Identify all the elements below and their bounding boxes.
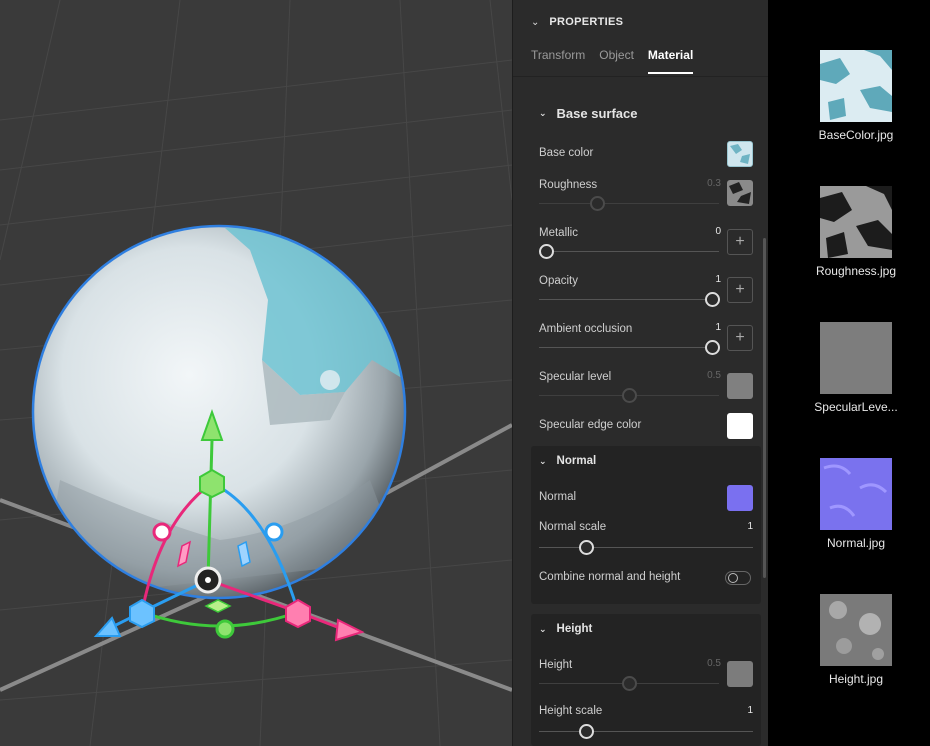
asset-name: SpecularLeve... <box>814 400 898 414</box>
base-color-texture-swatch[interactable] <box>727 141 753 167</box>
height-texture-icon <box>820 594 892 666</box>
y-scale-handle-icon <box>199 468 225 499</box>
specular-level-label: Specular level <box>539 371 612 383</box>
x-scale-handle-icon <box>285 598 311 629</box>
section-title: Normal <box>556 455 597 467</box>
chevron-down-icon[interactable]: ⌄ <box>531 17 539 28</box>
normal-texture-swatch[interactable] <box>727 485 753 511</box>
section-title: Height <box>556 623 593 635</box>
opacity-value: 1 <box>715 274 721 285</box>
section-normal[interactable]: ⌄ Normal <box>539 455 596 467</box>
chevron-down-icon[interactable]: ⌄ <box>539 108 547 119</box>
properties-panel: ⌄ PROPERTIES Transform Object Material ⌄… <box>512 0 769 746</box>
opacity-label: Opacity <box>539 275 578 287</box>
scene-canvas[interactable] <box>0 0 512 746</box>
x-rotate-handle-icon <box>152 522 172 542</box>
tab-bar: Transform Object Material <box>531 48 707 74</box>
metallic-slider[interactable] <box>539 251 719 252</box>
asset-name: Height.jpg <box>828 672 884 686</box>
height-scale-value: 1 <box>747 705 753 716</box>
metallic-add-texture-button[interactable]: + <box>727 229 753 255</box>
panel-scrollbar[interactable] <box>763 238 766 578</box>
tab-object[interactable]: Object <box>599 48 634 74</box>
roughness-slider[interactable] <box>539 203 719 204</box>
base-color-label: Base color <box>539 147 594 159</box>
specular-edge-color-swatch[interactable] <box>727 413 753 439</box>
properties-header[interactable]: ⌄ PROPERTIES <box>513 0 769 44</box>
specular-level-slider-knob[interactable] <box>622 388 637 403</box>
tab-transform[interactable]: Transform <box>531 48 585 74</box>
z-rotate-handle-icon <box>264 522 284 542</box>
combine-normal-height-toggle[interactable] <box>725 571 751 585</box>
sphere-model <box>31 224 407 600</box>
roughness-label: Roughness <box>539 179 598 191</box>
opacity-slider[interactable] <box>539 299 719 300</box>
roughness-texture-swatch[interactable] <box>727 180 753 206</box>
texture-assets-list: BaseColor.jpg Roughness.jpg SpecularLeve… <box>768 0 930 746</box>
roughness-slider-knob[interactable] <box>590 196 605 211</box>
section-base-surface[interactable]: ⌄ Base surface <box>539 106 638 121</box>
xz-plane-handle-icon <box>204 599 232 613</box>
properties-title: PROPERTIES <box>549 16 624 28</box>
ambient-occlusion-add-texture-button[interactable]: + <box>727 325 753 351</box>
roughness-texture-icon <box>820 186 892 258</box>
normal-label: Normal <box>539 491 577 503</box>
metallic-slider-knob[interactable] <box>539 244 554 259</box>
specular-level-value: 0.5 <box>707 370 721 381</box>
height-value: 0.5 <box>707 658 721 669</box>
3d-viewport[interactable] <box>0 0 512 746</box>
asset-name: Roughness.jpg <box>815 264 897 278</box>
height-scale-label: Height scale <box>539 705 603 717</box>
x-axis-arrow-icon <box>334 618 365 642</box>
y-rotate-handle-icon <box>215 619 235 639</box>
normal-scale-slider-knob[interactable] <box>579 540 594 555</box>
roughness-value: 0.3 <box>707 178 721 189</box>
chevron-down-icon[interactable]: ⌄ <box>539 624 547 635</box>
ambient-occlusion-value: 1 <box>715 322 721 333</box>
metallic-value: 0 <box>715 226 721 237</box>
ambient-occlusion-label: Ambient occlusion <box>539 323 633 335</box>
ambient-occlusion-slider-knob[interactable] <box>705 340 720 355</box>
chevron-down-icon[interactable]: ⌄ <box>539 456 547 467</box>
tab-material[interactable]: Material <box>647 48 694 74</box>
specular-level-texture-swatch[interactable] <box>727 373 753 399</box>
asset-name: BaseColor.jpg <box>818 128 894 142</box>
asset-name: Normal.jpg <box>826 536 886 550</box>
combine-normal-height-label: Combine normal and height <box>539 571 681 583</box>
height-scale-slider-knob[interactable] <box>579 724 594 739</box>
metallic-label: Metallic <box>539 227 578 239</box>
height-scale-slider[interactable] <box>539 731 753 732</box>
normal-scale-label: Normal scale <box>539 521 607 533</box>
opacity-add-texture-button[interactable]: + <box>727 277 753 303</box>
normal-scale-value: 1 <box>747 521 753 532</box>
section-title: Base surface <box>556 106 638 121</box>
height-label: Height <box>539 659 573 671</box>
divider <box>513 76 769 77</box>
normal-scale-slider[interactable] <box>539 547 753 548</box>
specular-texture-icon <box>820 322 892 394</box>
section-height[interactable]: ⌄ Height <box>539 623 592 635</box>
opacity-slider-knob[interactable] <box>705 292 720 307</box>
specular-edge-color-label: Specular edge color <box>539 419 642 431</box>
normal-texture-icon <box>820 458 892 530</box>
basecolor-texture-icon <box>820 50 892 122</box>
ambient-occlusion-slider[interactable] <box>539 347 719 348</box>
height-texture-swatch[interactable] <box>727 661 753 687</box>
toggle-knob <box>728 573 738 583</box>
z-axis-arrow-icon <box>93 616 122 637</box>
z-scale-handle-icon <box>129 598 155 629</box>
height-slider-knob[interactable] <box>622 676 637 691</box>
